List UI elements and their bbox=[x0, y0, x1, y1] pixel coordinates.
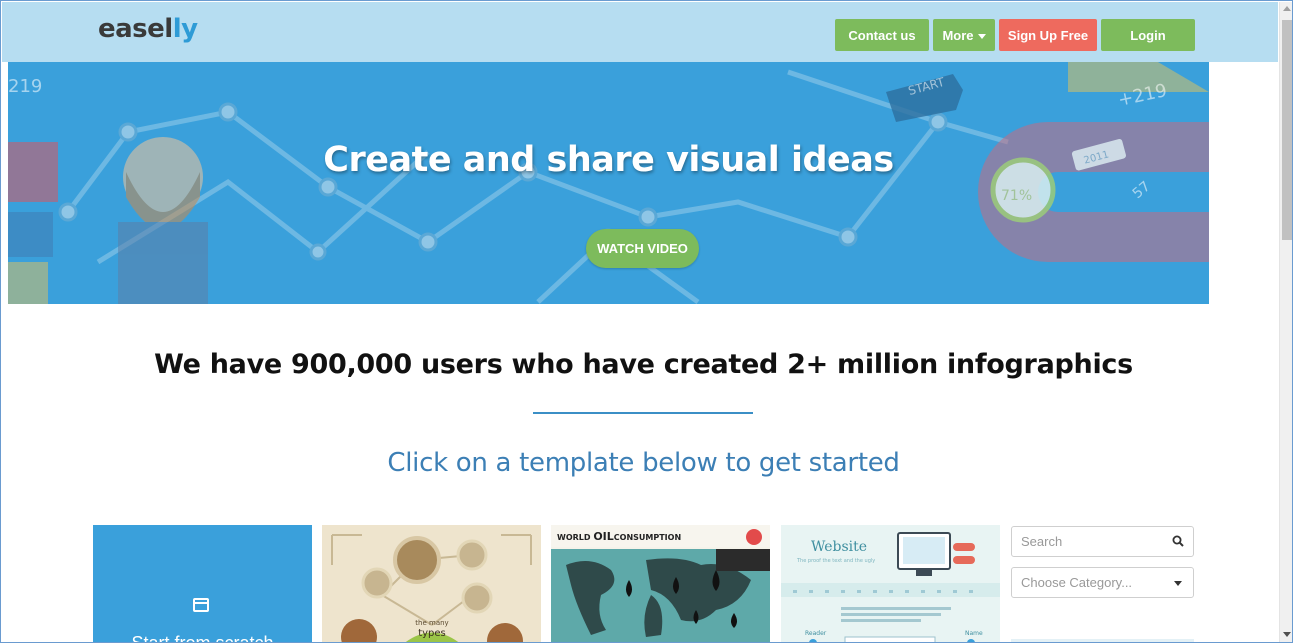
contact-us-label: Contact us bbox=[848, 27, 916, 43]
template-card-world-oil[interactable]: WORLD OILCONSUMPTION bbox=[551, 525, 770, 642]
login-label: Login bbox=[1130, 27, 1166, 43]
template-thumbnail-website: Website The proof the text and the ugly … bbox=[781, 532, 1000, 642]
sidebar-panel-edge bbox=[1011, 639, 1194, 642]
users-headline: We have 900,000 users who have created 2… bbox=[154, 349, 1133, 380]
template-card-website[interactable]: Website The proof the text and the ugly … bbox=[781, 525, 1000, 642]
start-from-scratch-card[interactable]: Start from scratch bbox=[93, 525, 312, 643]
login-button[interactable]: Login bbox=[1101, 19, 1195, 51]
window-icon bbox=[193, 598, 209, 612]
sign-up-button[interactable]: Sign Up Free bbox=[999, 19, 1097, 51]
template-card-meals[interactable]: the many types bbox=[322, 525, 541, 642]
easelly-logo[interactable]: easelly bbox=[98, 14, 198, 44]
sign-up-label: Sign Up Free bbox=[1007, 27, 1089, 43]
hero-title: Create and share visual ideas bbox=[323, 140, 894, 180]
card-3-subtitle: The proof the text and the ugly bbox=[796, 558, 875, 564]
hero-banner: 219 +219 START 2011 71% 57 Create and sh… bbox=[8, 62, 1209, 304]
search-icon[interactable] bbox=[1172, 535, 1184, 547]
card-1-center-main: types bbox=[418, 628, 446, 639]
template-search-box bbox=[1011, 526, 1194, 557]
caret-down-icon bbox=[977, 33, 986, 39]
top-navbar: easelly Contact us More Sign Up Free Log… bbox=[2, 2, 1278, 62]
logo-text: easel bbox=[98, 14, 173, 44]
card-3-label-right: Name bbox=[965, 630, 983, 637]
decor-percent-label: 71% bbox=[1001, 188, 1032, 204]
templates-subheading: Click on a template below to get started bbox=[387, 448, 900, 478]
template-thumbnail-world-oil: WORLD OILCONSUMPTION bbox=[551, 525, 770, 642]
template-thumbnail-meals: the many types bbox=[331, 534, 532, 642]
vertical-scrollbar[interactable] bbox=[1279, 2, 1292, 642]
card-3-label-left: Reader bbox=[805, 630, 827, 637]
decor-number-left: 219 bbox=[8, 76, 42, 97]
more-label: More bbox=[942, 27, 974, 43]
watch-video-button[interactable]: WATCH VIDEO bbox=[586, 229, 699, 268]
scroll-up-arrow-icon[interactable] bbox=[1283, 6, 1291, 11]
chevron-down-icon bbox=[1174, 581, 1182, 586]
more-dropdown-button[interactable]: More bbox=[933, 19, 995, 51]
card-3-title: Website bbox=[811, 539, 867, 555]
search-input[interactable] bbox=[1012, 527, 1162, 556]
logo-accent-text: ly bbox=[172, 14, 198, 44]
browser-page: easelly Contact us More Sign Up Free Log… bbox=[0, 0, 1293, 643]
card-1-center-small: the many bbox=[415, 619, 448, 627]
scroll-down-arrow-icon[interactable] bbox=[1283, 632, 1291, 637]
category-select[interactable]: Choose Category... bbox=[1011, 567, 1194, 598]
scrollbar-thumb[interactable] bbox=[1282, 20, 1292, 240]
category-select-value: Choose Category... bbox=[1021, 575, 1133, 590]
decor-small-number: 57 bbox=[1130, 178, 1154, 202]
watch-video-label: WATCH VIDEO bbox=[597, 241, 688, 256]
start-from-scratch-label: Start from scratch bbox=[131, 633, 274, 643]
section-divider bbox=[533, 412, 753, 414]
contact-us-button[interactable]: Contact us bbox=[835, 19, 929, 51]
